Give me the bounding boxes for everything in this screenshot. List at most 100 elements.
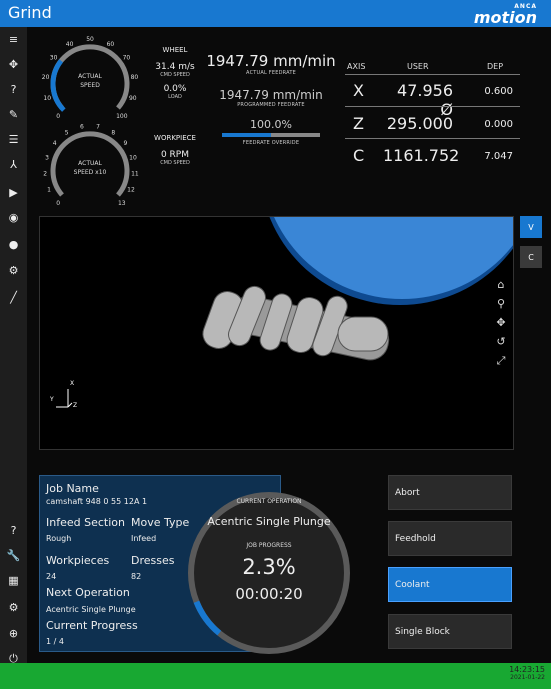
operation-info: CURRENT OPERATION Acentric Single Plunge…: [200, 498, 338, 603]
wheel-speed-sub: CMD SPEED: [160, 72, 190, 78]
current-operation-name: Acentric Single Plunge: [207, 515, 331, 528]
elapsed-time: 00:00:20: [235, 585, 303, 603]
gauges: ACTUAL SPEED 0102030405060708090100 ACTU…: [42, 36, 139, 207]
workpiece-info: WORKPIECE 0 RPM CMD SPEED: [148, 134, 202, 166]
settings-icon[interactable]: ⚙: [0, 597, 27, 617]
zoom-icon[interactable]: ⚲: [491, 294, 511, 313]
axis-table: AXIS USER DEP X 47.956 Ø 0.600 Z 295.000…: [345, 58, 520, 173]
workpiece-heading: WORKPIECE: [154, 134, 196, 142]
gauge-tick-label: 6: [80, 124, 84, 131]
gauge-tick-label: 10: [129, 155, 137, 162]
gauge-tick-label: 9: [123, 140, 127, 147]
feed-info: 1947.79 mm/min ACTUAL FEEDRATE 1947.79 m…: [204, 52, 338, 146]
workpieces-value: 24: [46, 572, 57, 581]
chart-icon[interactable]: ⅄: [0, 154, 27, 174]
list-icon[interactable]: ☰: [0, 129, 27, 149]
axis-name: X: [353, 81, 364, 100]
wheel-load-sub: LOAD: [168, 94, 182, 100]
axis-triad: X Y Z: [49, 380, 77, 409]
workpiece-gauge-label-bottom: SPEED x10: [74, 169, 107, 176]
move-type-value: Infeed: [131, 534, 157, 543]
wheel-heading: WHEEL: [162, 46, 188, 54]
brand-logo: ANCA motion: [474, 3, 537, 26]
user-header: USER: [407, 62, 429, 71]
question-icon[interactable]: ?: [0, 520, 27, 540]
axis-dep-value: 0.000: [484, 119, 513, 130]
infeed-section-label: Infeed Section: [46, 516, 125, 529]
header-divider: [345, 74, 520, 75]
job-progress-label: JOB PROGRESS: [246, 542, 292, 549]
eye-icon[interactable]: ◉: [0, 207, 27, 227]
gauge-tick-label: 12: [127, 187, 135, 194]
pencil-icon[interactable]: ✎: [0, 104, 27, 124]
gauge-tick-label: 70: [123, 55, 131, 62]
abort-button[interactable]: Abort: [388, 475, 512, 510]
gauge-tick-label: 5: [65, 130, 69, 137]
wheel-gauge-label-bottom: SPEED: [80, 82, 100, 89]
calculator-icon[interactable]: ▦: [0, 570, 27, 590]
view-c-button[interactable]: C: [520, 246, 542, 268]
axis-name: C: [353, 146, 365, 165]
actual-feedrate-label: ACTUAL FEEDRATE: [246, 70, 296, 76]
gauge-tick-label: 30: [50, 55, 58, 62]
feedhold-button[interactable]: Feedhold: [388, 521, 512, 556]
pan-icon[interactable]: ✥: [491, 313, 511, 332]
current-operation-label: CURRENT OPERATION: [236, 498, 302, 505]
record-icon[interactable]: ●: [0, 234, 27, 254]
gauge-tick-label: 10: [43, 95, 51, 102]
programmed-feedrate-value: 1947.79 mm/min: [219, 88, 323, 102]
ruler-icon[interactable]: ╱: [0, 287, 27, 307]
globe-icon[interactable]: ⊕: [0, 623, 27, 643]
play-icon[interactable]: ▶: [0, 182, 27, 202]
wrench-icon[interactable]: 🔧: [0, 545, 27, 565]
feedrate-override-bar[interactable]: [222, 133, 320, 137]
feedrate-override-fill: [222, 133, 271, 137]
gear-icon[interactable]: ⚙: [0, 260, 27, 280]
axis-dep-value: 7.047: [484, 151, 513, 162]
gauge-tick-label: 40: [66, 41, 74, 48]
gauge-tick-label: 60: [107, 41, 115, 48]
next-operation-value: Acentric Single Plunge: [46, 605, 136, 614]
single-block-button[interactable]: Single Block: [388, 614, 512, 649]
workpiece-gauge-label-top: ACTUAL: [78, 160, 102, 167]
gauge-tick-label: 7: [96, 124, 100, 131]
view-v-button[interactable]: V: [520, 216, 542, 238]
workpiece-speed-gauge: ACTUAL SPEED x10 0123456 78910111213: [43, 124, 139, 207]
infeed-section-value: Rough: [46, 534, 72, 543]
title-bar: Grind ANCA motion: [0, 0, 551, 27]
home-icon[interactable]: ⌂: [491, 275, 511, 294]
move-icon[interactable]: ✥: [0, 54, 27, 74]
move-type-label: Move Type: [131, 516, 190, 529]
dresses-label: Dresses: [131, 554, 175, 567]
workpiece-speed-sub: CMD SPEED: [160, 160, 190, 166]
sidebar: ≡ ✥ ? ✎ ☰ ⅄ ▶ ◉ ● ⚙ ╱ ? 🔧 ▦ ⚙ ⊕ ⏻: [0, 27, 27, 665]
status-bar: [0, 663, 551, 689]
clock: 14:23:15 2021-01-22: [509, 665, 545, 681]
gauge-tick-label: 11: [131, 171, 139, 178]
3d-viewport[interactable]: X Y Z ⌂ ⚲ ✥ ↺ ⤢: [39, 216, 514, 450]
gauge-tick-label: 4: [53, 140, 57, 147]
dresses-value: 82: [131, 572, 142, 581]
axis-name: Z: [353, 114, 364, 133]
menu-icon[interactable]: ≡: [0, 29, 27, 49]
rotate-icon[interactable]: ↺: [491, 332, 511, 351]
wheel-load-value: 0.0%: [163, 84, 187, 94]
clock-time: 14:23:15: [509, 665, 545, 674]
gauge-tick-label: 0: [56, 113, 60, 120]
dep-header: DEP: [487, 62, 504, 71]
next-operation-label: Next Operation: [46, 586, 130, 599]
wheel-info: WHEEL 31.4 m/s CMD SPEED 0.0% LOAD: [148, 46, 202, 100]
wheel-speed-gauge: ACTUAL SPEED 0 10 20 30 40 50 60 70 80 90 100: [42, 36, 139, 120]
gauge-tick-label: 13: [118, 200, 126, 207]
gauge-tick-label: 50: [86, 36, 94, 43]
fit-icon[interactable]: ⤢: [491, 351, 511, 370]
gauge-tick-label: 2: [43, 171, 47, 178]
gauge-tick-label: 80: [131, 74, 139, 81]
feedrate-override-label: FEEDRATE OVERRIDE: [242, 140, 300, 146]
svg-text:Y: Y: [49, 396, 54, 403]
job-name-label: Job Name: [46, 482, 99, 495]
gauge-tick-label: 8: [111, 130, 115, 137]
help-icon[interactable]: ?: [0, 79, 27, 99]
gauge-tick-label: 100: [116, 113, 128, 120]
coolant-button[interactable]: Coolant: [388, 567, 512, 602]
